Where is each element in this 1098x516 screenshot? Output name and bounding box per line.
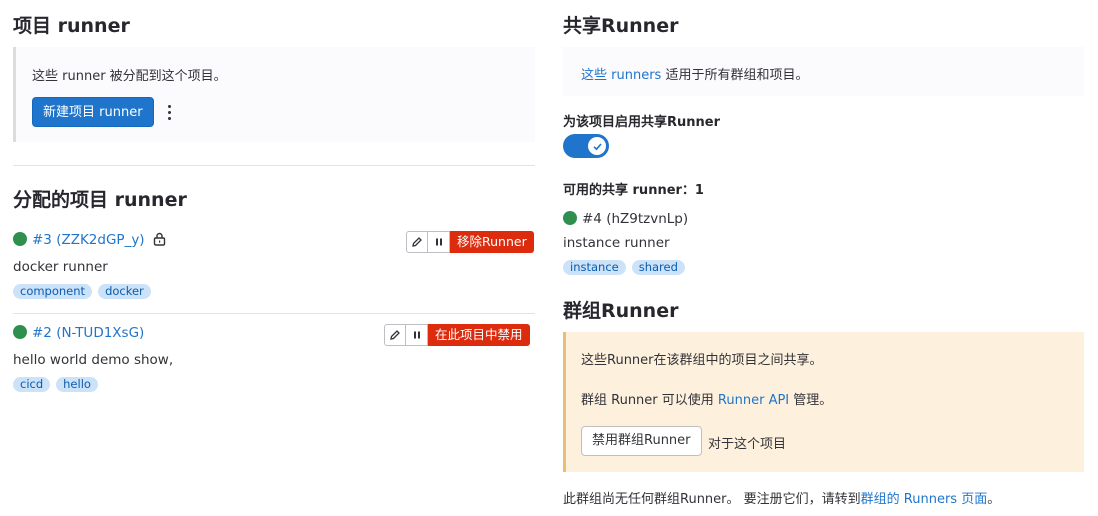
project-runners-info-text: 这些 runner 被分配到这个项目。 [32, 69, 227, 84]
online-status-icon [563, 211, 577, 225]
edit-runner-button[interactable] [406, 231, 428, 253]
shared-info-panel: 这些 runners 适用于所有群组和项目。 [563, 47, 1084, 96]
available-shared-label: 可用的共享 runner：1 [563, 183, 704, 198]
remove-runner-button[interactable]: 移除Runner [450, 231, 534, 253]
disable-group-suffix: 对于这个项目 [708, 437, 787, 452]
runner-description: docker runner [13, 259, 108, 275]
pause-icon [435, 238, 442, 246]
shared-runner-id: #4 (hZ9tzvnLp) [582, 211, 689, 227]
runner-tags: cicd hello [13, 377, 98, 392]
kebab-menu-icon[interactable] [162, 103, 178, 123]
group-footer-text: 此群组尚无任何群组Runner。 要注册它们，请转到群组的 Runners 页面… [563, 488, 1000, 507]
tag: docker [98, 284, 151, 299]
row-divider [13, 313, 535, 314]
group-runners-page-link[interactable]: 群组的 Runners 页面 [861, 492, 988, 507]
group-info-panel: 这些Runner在该群组中的项目之间共享。 群组 Runner 可以使用 Run… [563, 332, 1084, 472]
new-project-runner-button[interactable]: 新建项目 runner [32, 97, 154, 127]
toggle-knob [588, 137, 606, 155]
lock-icon [153, 232, 166, 246]
pause-icon [413, 331, 420, 339]
edit-runner-button[interactable] [384, 324, 406, 346]
check-icon [592, 142, 602, 150]
runner-description: hello world demo show, [13, 352, 174, 368]
group-info-line2-post: 管理。 [789, 393, 833, 408]
runner-header: #2 (N-TUD1XsG) [13, 325, 144, 341]
group-info-line2: 群组 Runner 可以使用 Runner API 管理。 [581, 389, 832, 408]
online-status-icon [13, 232, 27, 246]
runner-tags: component docker [13, 284, 151, 299]
runner-header: #3 (ZZK2dGP_y) [13, 232, 166, 248]
assigned-runners-title: 分配的项目 runner [13, 189, 187, 211]
tag: cicd [13, 377, 51, 392]
shared-runners-title: 共享Runner [563, 15, 679, 37]
tag: component [13, 284, 93, 299]
shared-runner-tags: instance shared [563, 260, 685, 275]
tag: shared [631, 260, 685, 275]
pause-runner-button[interactable] [428, 231, 450, 253]
runner-actions: 移除Runner [406, 231, 534, 253]
section-divider [13, 165, 535, 166]
runner-link[interactable]: #2 (N-TUD1XsG) [32, 325, 144, 341]
pencil-icon [390, 330, 400, 340]
shared-runners-link[interactable]: 这些 runners [581, 68, 661, 83]
project-runners-title: 项目 runner [13, 15, 130, 37]
group-footer-pre: 此群组尚无任何群组Runner。 要注册它们，请转到 [563, 492, 861, 507]
runner-link[interactable]: #3 (ZZK2dGP_y) [32, 232, 145, 248]
group-runners-title: 群组Runner [563, 300, 679, 322]
shared-runner-description: instance runner [563, 235, 670, 251]
pause-runner-button[interactable] [406, 324, 428, 346]
group-info-line1: 这些Runner在该群组中的项目之间共享。 [581, 353, 823, 368]
tag: instance [563, 260, 626, 275]
online-status-icon [13, 325, 27, 339]
pencil-icon [412, 237, 422, 247]
runner-api-link[interactable]: Runner API [718, 393, 789, 408]
shared-runner-header: #4 (hZ9tzvnLp) [563, 211, 688, 227]
shared-info-text: 这些 runners 适用于所有群组和项目。 [581, 64, 808, 83]
shared-info-rest: 适用于所有群组和项目。 [661, 68, 809, 83]
project-runners-info-panel: 这些 runner 被分配到这个项目。 新建项目 runner [13, 47, 535, 142]
shared-runners-toggle[interactable] [563, 134, 609, 158]
runner-actions: 在此项目中禁用 [384, 324, 530, 346]
disable-group-runners-button[interactable]: 禁用群组Runner [581, 426, 702, 456]
group-info-line2-pre: 群组 Runner 可以使用 [581, 393, 718, 408]
disable-runner-button[interactable]: 在此项目中禁用 [428, 324, 530, 346]
shared-toggle-label: 为该项目启用共享Runner [563, 115, 721, 130]
tag: hello [56, 377, 98, 392]
group-footer-post: 。 [987, 492, 1001, 507]
